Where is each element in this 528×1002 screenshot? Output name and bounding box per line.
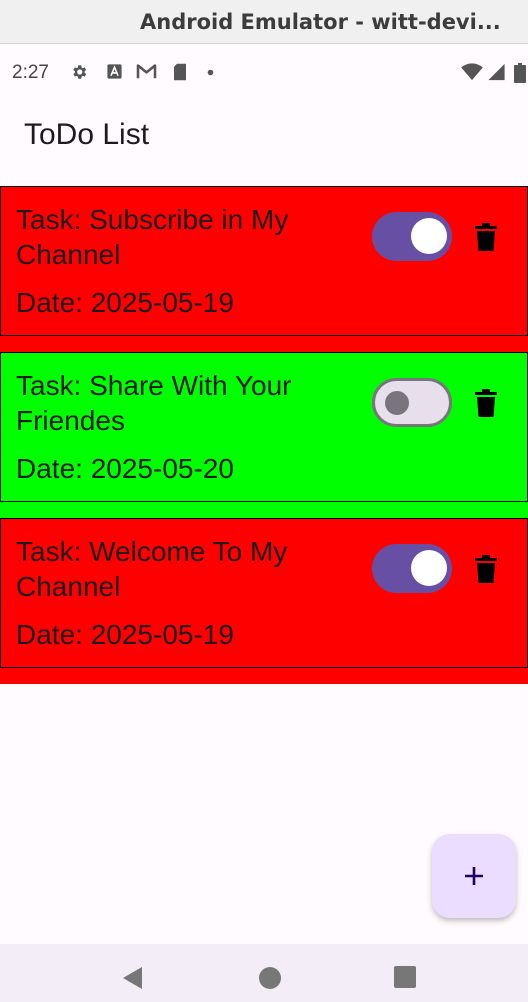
task-date: Date: 2025-05-19 (16, 287, 234, 318)
task-card[interactable]: Task: Share With Your Friendes Date: 202… (0, 352, 528, 502)
home-icon[interactable] (258, 966, 282, 990)
add-task-button[interactable] (432, 834, 516, 918)
task-strip (0, 336, 528, 352)
task-name: Task: Share With Your Friendes (16, 370, 292, 436)
task-date: Date: 2025-05-19 (16, 619, 234, 650)
font-icon (107, 64, 122, 79)
battery-icon (514, 63, 526, 83)
task-done-toggle[interactable] (372, 378, 452, 427)
navigation-bar (0, 944, 528, 1002)
settings-icon (73, 65, 87, 79)
toggle-knob (411, 550, 447, 586)
status-time: 2:27 (12, 62, 49, 83)
sd-card-icon (174, 63, 186, 81)
toggle-knob (411, 218, 447, 254)
task-done-toggle[interactable] (372, 544, 452, 593)
toggle-knob (385, 390, 409, 415)
recents-icon[interactable] (394, 966, 416, 988)
task-strip (0, 668, 528, 684)
signal-icon (488, 63, 505, 81)
gmail-icon (136, 64, 157, 79)
delete-icon[interactable] (475, 389, 497, 417)
notification-dot-icon (207, 69, 214, 76)
task-strip (0, 502, 528, 518)
emulator-window-title: Android Emulator - witt-devi... (0, 0, 528, 44)
status-bar: 2:27 (0, 54, 528, 90)
plus-icon (465, 867, 483, 885)
task-done-toggle[interactable] (372, 212, 452, 261)
back-icon[interactable] (122, 966, 144, 990)
wifi-icon (461, 63, 483, 81)
task-name: Task: Welcome To My Channel (16, 536, 288, 602)
delete-icon[interactable] (475, 223, 497, 251)
app-title: ToDo List (24, 118, 150, 151)
task-name: Task: Subscribe in My Channel (16, 204, 289, 270)
task-date: Date: 2025-05-20 (16, 453, 234, 484)
task-card[interactable]: Task: Subscribe in My Channel Date: 2025… (0, 186, 528, 336)
task-card[interactable]: Task: Welcome To My Channel Date: 2025-0… (0, 518, 528, 668)
delete-icon[interactable] (475, 555, 497, 583)
